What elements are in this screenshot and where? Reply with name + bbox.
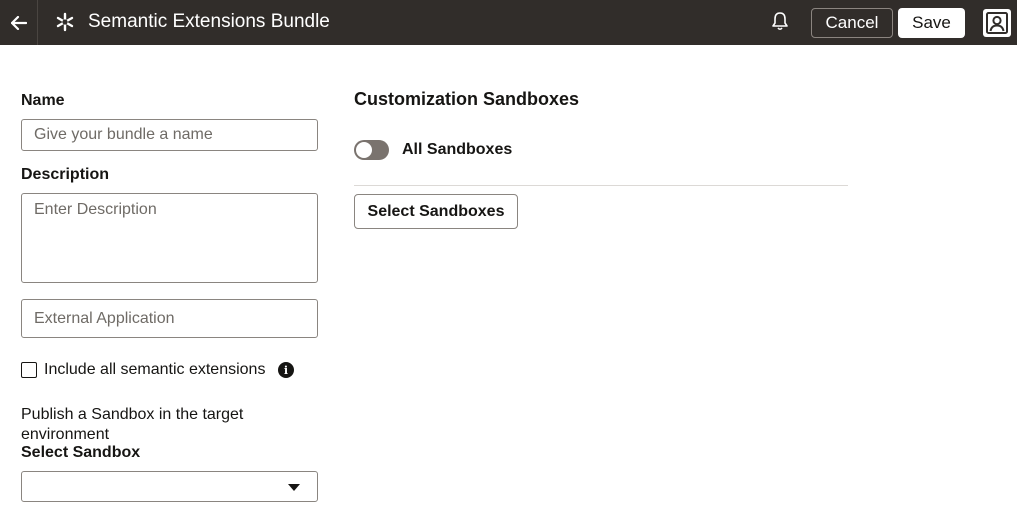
snowflake-icon [56, 12, 74, 32]
cancel-button[interactable]: Cancel [811, 8, 893, 38]
name-input-placeholder: Give your bundle a name [34, 126, 213, 143]
description-label: Description [21, 166, 110, 183]
info-icon[interactable]: i [278, 362, 294, 378]
select-sandbox-dropdown[interactable] [21, 471, 318, 502]
all-sandboxes-label: All Sandboxes [402, 141, 513, 158]
arrow-left-icon [10, 15, 27, 30]
page-title: Semantic Extensions Bundle [88, 11, 330, 32]
user-avatar-icon [986, 12, 1008, 34]
toggle-knob [356, 142, 372, 158]
divider [354, 185, 848, 186]
user-avatar-button[interactable] [983, 9, 1011, 37]
external-application-placeholder: External Application [34, 309, 175, 327]
customization-sandboxes-heading: Customization Sandboxes [354, 89, 580, 109]
app-header: Semantic Extensions Bundle Cancel Save [0, 0, 1017, 45]
name-input[interactable]: Give your bundle a name [21, 119, 318, 151]
include-all-checkbox[interactable] [21, 362, 37, 378]
select-sandboxes-button[interactable]: Select Sandboxes [354, 194, 518, 229]
save-button[interactable]: Save [898, 8, 965, 38]
back-button[interactable] [0, 0, 38, 45]
name-label: Name [21, 92, 65, 109]
publish-description: Publish a Sandbox in the target environm… [21, 406, 244, 443]
description-textarea[interactable]: Enter Description [21, 193, 318, 283]
bell-icon[interactable] [770, 10, 790, 32]
all-sandboxes-toggle[interactable] [354, 140, 389, 160]
external-application-input[interactable]: External Application [21, 299, 318, 338]
chevron-down-icon [288, 484, 300, 491]
description-placeholder: Enter Description [34, 201, 157, 218]
include-all-label[interactable]: Include all semantic extensions [44, 361, 265, 379]
select-sandbox-label: Select Sandbox [21, 444, 141, 461]
